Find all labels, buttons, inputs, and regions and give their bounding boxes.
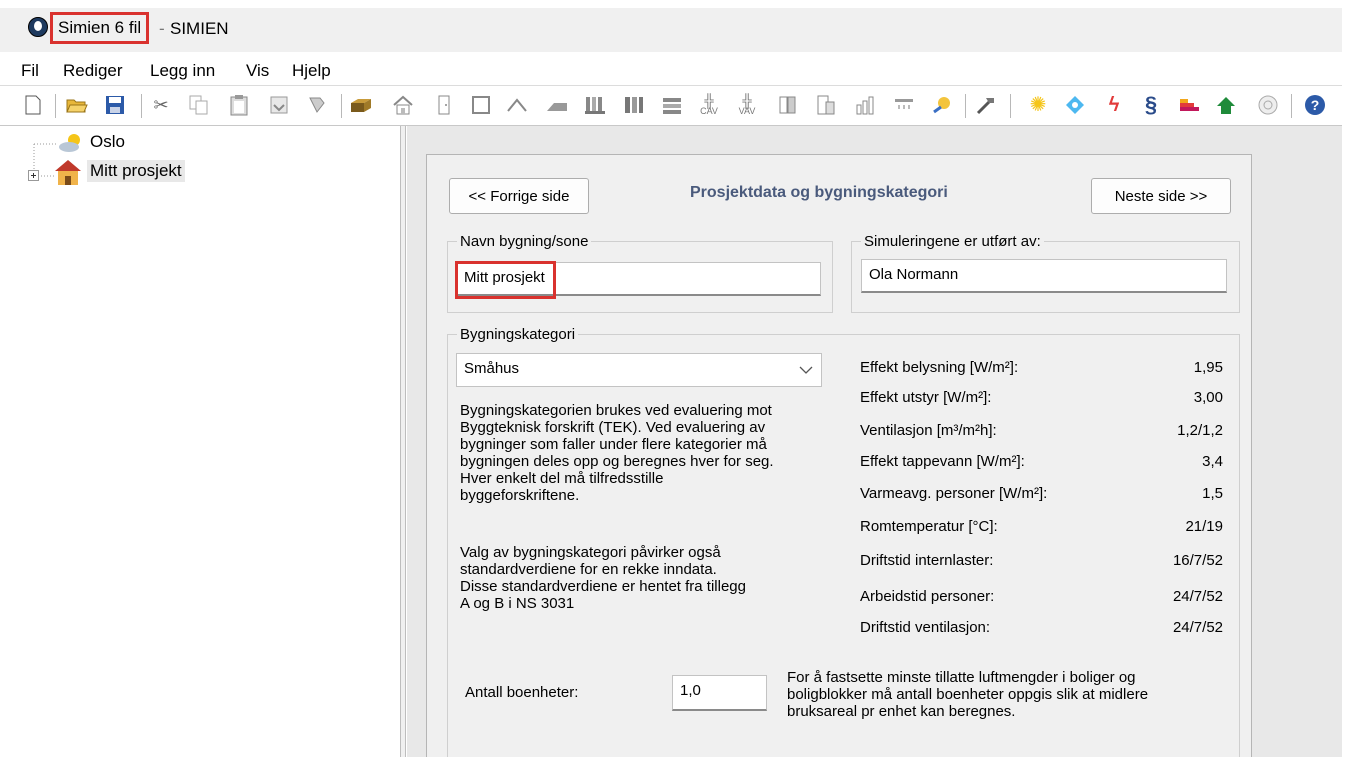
property-label: Ventilasjon [m³/m²h]: <box>860 422 997 439</box>
property-label: Effekt belysning [W/m²]: <box>860 359 1019 376</box>
weather-cloud-sun-icon <box>59 134 80 152</box>
floor-icon[interactable] <box>546 94 568 116</box>
cut-icon[interactable]: ✂ <box>150 94 172 116</box>
next-page-button[interactable]: Neste side >> <box>1091 178 1231 214</box>
window-title-app: SIMIEN <box>170 19 229 38</box>
property-value: 1,5 <box>1202 485 1223 502</box>
property-value: 24/7/52 <box>1172 619 1223 636</box>
project-tree: Oslo Mitt prosjekt <box>0 126 400 757</box>
property-label: Effekt utstyr [W/m²]: <box>860 389 992 406</box>
green-house-icon[interactable] <box>1215 94 1237 116</box>
lamp-icon[interactable] <box>931 94 953 116</box>
menu-rediger[interactable]: Rediger <box>63 61 123 81</box>
wall-layer-2-icon[interactable] <box>623 94 645 116</box>
toolbar: ✂ ╬ CAV ╬ VAV ✺ ϟ § ? <box>0 87 1342 126</box>
splitter[interactable] <box>400 126 406 757</box>
wall-icon[interactable] <box>350 94 372 116</box>
units-note: For å fastsette minste tillatte luftmeng… <box>787 669 1149 720</box>
slab-icon[interactable] <box>661 94 683 116</box>
new-document-icon[interactable] <box>22 94 44 116</box>
menu-fil[interactable]: Fil <box>21 61 39 81</box>
export-icon[interactable] <box>306 94 328 116</box>
menu-legg-inn[interactable]: Legg inn <box>150 61 215 81</box>
property-value: 1,2/1,2 <box>1177 422 1223 439</box>
house-project-icon <box>55 160 81 185</box>
property-label: Driftstid ventilasjon: <box>860 619 991 636</box>
zone-icon[interactable] <box>777 94 799 116</box>
door-icon[interactable] <box>433 94 455 116</box>
window-title-separator: - <box>159 19 165 38</box>
menu-bar: Fil Rediger Legg inn Vis Hjelp <box>0 56 1342 86</box>
category-description-1: Bygningskategorien brukes ved evaluering… <box>460 402 774 504</box>
target-icon[interactable] <box>1257 94 1279 116</box>
heat-icon[interactable] <box>893 94 915 116</box>
category-select-value: Småhus <box>464 360 520 377</box>
window-title-file: Simien 6 fil <box>50 12 150 44</box>
import-icon[interactable] <box>268 94 290 116</box>
paragraph-icon[interactable]: § <box>1140 94 1162 116</box>
property-label: Varmeavg. personer [W/m²]: <box>860 485 1048 502</box>
units-input[interactable]: 1,0 <box>672 675 767 711</box>
property-value: 3,00 <box>1193 389 1223 406</box>
property-value: 16/7/52 <box>1172 552 1223 569</box>
units-label: Antall boenheter: <box>465 684 579 701</box>
help-icon[interactable]: ? <box>1304 94 1326 116</box>
save-icon[interactable] <box>104 94 126 116</box>
property-value: 3,4 <box>1202 453 1223 470</box>
name-group-label: Navn bygning/sone <box>457 233 592 250</box>
vav-icon[interactable]: ╬ VAV <box>736 94 758 116</box>
property-value: 24/7/52 <box>1172 588 1223 605</box>
zone-2-icon[interactable] <box>815 94 837 116</box>
property-value: 1,95 <box>1193 359 1223 376</box>
copy-icon[interactable] <box>188 94 210 116</box>
lightning-icon[interactable]: ϟ <box>1103 94 1125 116</box>
category-group-label: Bygningskategori <box>457 326 579 343</box>
house-icon[interactable] <box>392 94 414 116</box>
property-label: Effekt tappevann [W/m²]: <box>860 453 1025 470</box>
property-value: 21/19 <box>1185 518 1223 535</box>
simien-logo-icon <box>28 17 48 37</box>
page-title: Prosjektdata og bygningskategori <box>690 184 948 201</box>
window-icon[interactable] <box>470 94 492 116</box>
author-group-label: Simuleringene er utført av: <box>861 233 1044 250</box>
cooling-icon[interactable] <box>1064 94 1086 116</box>
menu-hjelp[interactable]: Hjelp <box>292 61 331 81</box>
property-label: Arbeidstid personer: <box>860 588 995 605</box>
tree-item-mitt-prosjekt[interactable]: Mitt prosjekt <box>87 160 185 182</box>
author-input[interactable]: Ola Normann <box>861 259 1227 293</box>
tools-icon[interactable] <box>975 94 997 116</box>
chart-icon[interactable] <box>855 94 877 116</box>
property-label: Romtemperatur [°C]: <box>860 518 998 535</box>
sun-icon[interactable]: ✺ <box>1027 94 1049 116</box>
wall-layer-icon[interactable] <box>584 94 606 116</box>
chevron-down-icon <box>799 366 813 374</box>
highlight-box <box>455 261 556 299</box>
tree-item-oslo[interactable]: Oslo <box>90 132 125 152</box>
paste-icon[interactable] <box>228 94 250 116</box>
category-description-2: Valg av bygningskategori påvirker også s… <box>460 544 746 612</box>
svg-text:?: ? <box>1311 97 1320 113</box>
cav-icon[interactable]: ╬ CAV <box>698 94 720 116</box>
previous-page-button[interactable]: << Forrige side <box>449 178 589 214</box>
roof-icon[interactable] <box>506 94 528 116</box>
property-label: Driftstid internlaster: <box>860 552 994 569</box>
open-folder-icon[interactable] <box>66 94 88 116</box>
energy-bar-icon[interactable] <box>1178 94 1200 116</box>
expand-icon[interactable] <box>28 170 40 182</box>
category-select[interactable]: Småhus <box>456 353 822 387</box>
menu-vis[interactable]: Vis <box>246 61 269 81</box>
